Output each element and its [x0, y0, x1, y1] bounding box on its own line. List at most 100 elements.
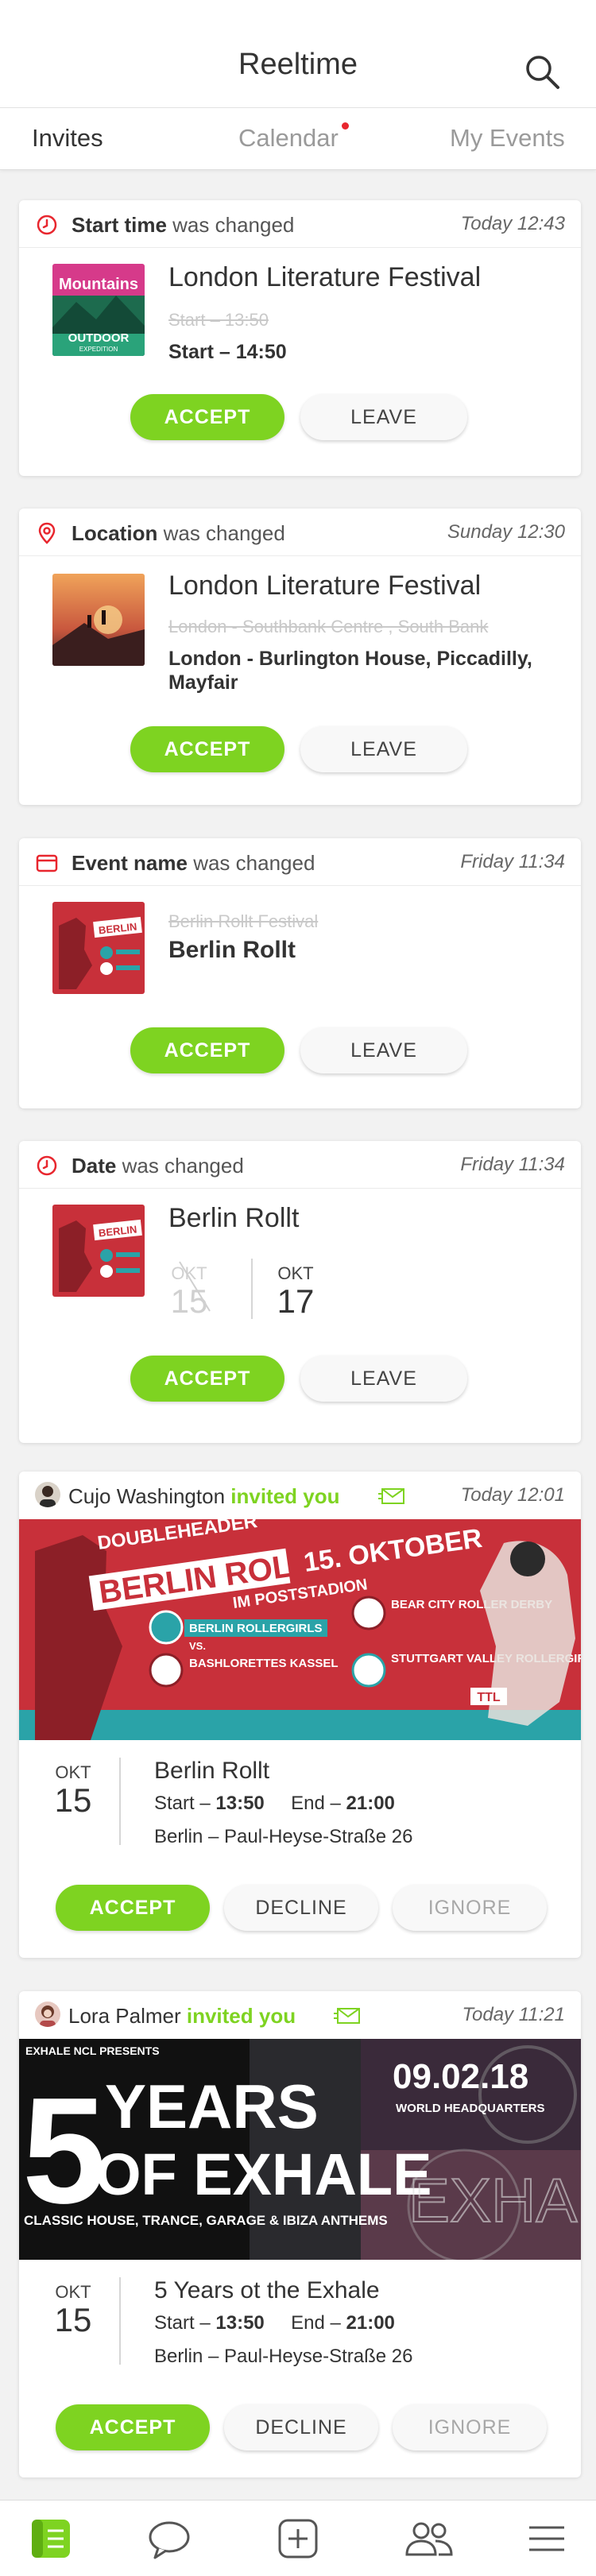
envelope-icon: [334, 2008, 360, 2024]
svg-text:09.02.18: 09.02.18: [393, 2057, 528, 2096]
event-banner[interactable]: DOUBLEHEADER BERLIN ROLLT 15. OKTOBER IM…: [19, 1519, 581, 1740]
tab-invites[interactable]: Invites: [32, 124, 103, 153]
svg-text:CLASSIC HOUSE, TRANCE, GARAGE: CLASSIC HOUSE, TRANCE, GARAGE & IBIZA AN…: [24, 2213, 388, 2228]
leave-button[interactable]: LEAVE: [300, 726, 467, 772]
nav-people[interactable]: [404, 2516, 453, 2561]
accept-button[interactable]: ACCEPT: [56, 2404, 210, 2450]
old-value: Start – 13:50: [168, 310, 269, 330]
app-header: Reeltime: [0, 0, 596, 108]
people-icon: [405, 2522, 453, 2556]
change-header: Start time was changed Today 12:43: [19, 200, 581, 248]
event-thumbnail-berlin-rollt[interactable]: BERLIN: [52, 1205, 145, 1297]
change-field: Location: [72, 521, 158, 545]
old-value: Berlin Rollt Festival: [168, 911, 319, 931]
invite-header: Lora Palmer invited you Today 11:21: [19, 1991, 581, 2039]
accept-button[interactable]: ACCEPT: [130, 726, 284, 772]
change-suffix: was changed: [193, 851, 315, 875]
svg-text:EXHALE NCL PRESENTS: EXHALE NCL PRESENTS: [25, 2044, 160, 2057]
new-value: Berlin Rollt: [168, 937, 296, 963]
svg-text:BASHLORETTES KASSEL: BASHLORETTES KASSEL: [189, 1657, 339, 1670]
event-title[interactable]: London Literature Festival: [168, 571, 481, 601]
tab-bar: Invites Calendar My Events: [0, 108, 596, 170]
clock-icon: [37, 1155, 57, 1176]
event-title[interactable]: London Literature Festival: [168, 262, 481, 293]
location-pin-icon: [38, 522, 56, 544]
change-header: Date was changed Friday 11:34: [19, 1141, 581, 1189]
event-times: Start – 13:50 End – 21:00: [154, 2312, 395, 2334]
svg-text:BERLIN ROLLERGIRLS: BERLIN ROLLERGIRLS: [189, 1622, 323, 1635]
invite-header: Cujo Washington invited you Today 12:01: [19, 1472, 581, 1519]
invites-list-icon: [32, 2520, 70, 2558]
svg-text:Mountains: Mountains: [59, 276, 138, 293]
tab-my-events[interactable]: My Events: [450, 124, 565, 153]
accept-button[interactable]: ACCEPT: [130, 1027, 284, 1073]
change-header: Location was changed Sunday 12:30: [19, 509, 581, 556]
nav-chat[interactable]: [147, 2516, 192, 2561]
leave-button[interactable]: LEAVE: [300, 394, 467, 440]
inviter-name[interactable]: Cujo Washington: [68, 1484, 225, 1508]
date-divider: [251, 1259, 253, 1319]
change-suffix: was changed: [163, 521, 285, 545]
svg-text:TTL: TTL: [477, 1691, 501, 1704]
leave-button[interactable]: LEAVE: [300, 1356, 467, 1402]
change-time: Friday 11:34: [460, 1154, 565, 1175]
search-button[interactable]: [523, 52, 561, 91]
event-date: OKT 15: [54, 2282, 92, 2338]
date-divider: [119, 1758, 121, 1845]
clock-icon: [37, 215, 57, 235]
svg-text:WORLD HEADQUARTERS: WORLD HEADQUARTERS: [396, 2102, 545, 2115]
invite-action: invited you: [186, 2004, 296, 2028]
change-card-location: Location was changed Sunday 12:30 London…: [19, 509, 581, 805]
change-time: Sunday 12:30: [447, 521, 565, 543]
change-card-start-time: Start time was changed Today 12:43 Mount…: [19, 200, 581, 476]
nav-add-event[interactable]: [276, 2516, 320, 2561]
event-thumbnail-berlin-rollt[interactable]: BERLIN: [52, 902, 145, 994]
decline-button[interactable]: DECLINE: [224, 1885, 378, 1931]
change-time: Today 12:43: [460, 213, 565, 234]
calendar-notification-dot: [342, 122, 349, 130]
chat-bubble-icon: [149, 2521, 190, 2559]
accept-button[interactable]: ACCEPT: [130, 1356, 284, 1402]
change-card-date: Date was changed Friday 11:34 BERLIN Ber…: [19, 1141, 581, 1443]
change-suffix: was changed: [122, 1154, 244, 1178]
leave-button[interactable]: LEAVE: [300, 1027, 467, 1073]
accept-button[interactable]: ACCEPT: [56, 1885, 210, 1931]
change-suffix: was changed: [172, 213, 295, 237]
event-thumbnail-mountains[interactable]: Mountains OUTDOOR EXPEDITION: [52, 264, 145, 356]
ignore-button[interactable]: IGNORE: [393, 2404, 547, 2450]
svg-text:OF EXHALE: OF EXHALE: [95, 2141, 432, 2207]
event-banner[interactable]: EXHALE NCL PRESENTS 5 YEARS OF EXHALE CL…: [19, 2039, 581, 2260]
event-title[interactable]: Berlin Rollt: [168, 1203, 299, 1234]
new-value: Start – 14:50: [168, 341, 287, 363]
avatar[interactable]: [35, 2002, 60, 2027]
invite-card-berlin-rollt: Cujo Washington invited you Today 12:01 …: [19, 1472, 581, 1958]
event-location: Berlin – Paul-Heyse-Straße 26: [154, 1826, 413, 1847]
event-title[interactable]: 5 Years ot the Exhale: [154, 2277, 380, 2304]
bottom-nav: [0, 2500, 596, 2576]
ignore-button[interactable]: IGNORE: [393, 1885, 547, 1931]
decline-button[interactable]: DECLINE: [224, 2404, 378, 2450]
event-times: Start – 13:50 End – 21:00: [154, 1793, 395, 1814]
invite-time: Today 12:01: [460, 1484, 565, 1506]
nav-invites[interactable]: [29, 2516, 73, 2561]
svg-text:5: 5: [22, 2067, 106, 2235]
tab-calendar[interactable]: Calendar: [238, 124, 339, 153]
svg-text:EXHALE: EXHALE: [408, 2165, 581, 2235]
change-card-event-name: Event name was changed Friday 11:34 BERL…: [19, 838, 581, 1108]
calendar-card-icon: [36, 854, 58, 872]
accept-button[interactable]: ACCEPT: [130, 394, 284, 440]
event-thumbnail-sunset-hikers[interactable]: [52, 574, 145, 666]
inviter-name[interactable]: Lora Palmer: [68, 2004, 181, 2028]
strike-through-mark: [179, 1261, 211, 1312]
event-title[interactable]: Berlin Rollt: [154, 1758, 269, 1785]
menu-icon: [529, 2526, 564, 2551]
nav-menu[interactable]: [524, 2516, 569, 2561]
search-icon: [526, 56, 559, 89]
svg-text:EXPEDITION: EXPEDITION: [79, 346, 118, 353]
change-header: Event name was changed Friday 11:34: [19, 838, 581, 886]
avatar[interactable]: [35, 1482, 60, 1507]
event-location: Berlin – Paul-Heyse-Straße 26: [154, 2346, 413, 2367]
old-value: London - Southbank Centre , South Bank: [168, 617, 489, 636]
change-time: Friday 11:34: [460, 851, 565, 872]
envelope-icon: [378, 1488, 404, 1504]
